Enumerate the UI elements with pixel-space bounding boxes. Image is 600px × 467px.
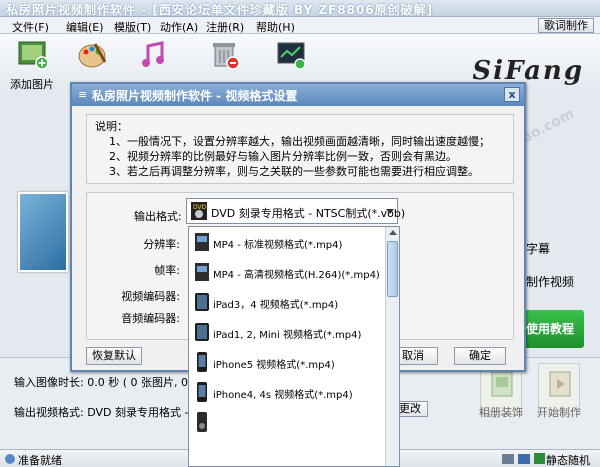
- format-option-ipad34[interactable]: iPad3，4 视频格式(*.mp4): [189, 287, 385, 317]
- format-dropdown-list: MP4 - 标准视频格式(*.mp4) MP4 - 高清视频格式(H.264)(…: [188, 226, 400, 467]
- framerate-label: 帧率:: [154, 264, 180, 277]
- music-tool-button[interactable]: [126, 40, 182, 88]
- duration-text: 输入图像时长: 0.0 秒 ( 0 张图片, 0 个视: [14, 376, 214, 389]
- album-icon: [491, 371, 513, 397]
- format-option-label: MP4 - 高清视频格式(H.264)(*.mp4): [213, 270, 380, 281]
- photo-thumbnail: [18, 192, 68, 272]
- format-label: 输出格式:: [134, 210, 182, 223]
- format-option-label: MP4 - 标准视频格式(*.mp4): [213, 240, 343, 251]
- start-make-label: 开始制作: [537, 406, 581, 419]
- app-titlebar: 私房照片视频制作软件 - [西安论坛单文件珍藏版 BY ZF8806原创破解]: [0, 0, 600, 17]
- scroll-up-icon[interactable]: [389, 230, 397, 235]
- note-line: 1、一般情况下，设置分辨率越大，输出视频画面越清晰，同时输出速度越慢；: [109, 135, 490, 148]
- svg-text:DVD: DVD: [193, 204, 207, 211]
- app-title: 私房照片视频制作软件 - [西安论坛单文件珍藏版 BY ZF8806原创破解]: [6, 3, 434, 17]
- menu-template[interactable]: 模版(T): [114, 19, 151, 35]
- format-option-ipod[interactable]: [189, 407, 385, 437]
- music-icon: [142, 41, 164, 67]
- format-option-mp4-hd[interactable]: MP4 - 高清视频格式(H.264)(*.mp4): [189, 257, 385, 287]
- start-make-button[interactable]: 开始制作: [537, 363, 581, 419]
- reset-default-button[interactable]: 恢复默认: [86, 347, 142, 365]
- preview-panel: [0, 92, 70, 357]
- menu-file[interactable]: 文件(F): [12, 19, 49, 35]
- add-image-button[interactable]: 添加图片: [4, 40, 60, 91]
- iphone-icon: [197, 352, 207, 372]
- menu-bar: 文件(F) 编辑(E) 模版(T) 动作(A) 注册(R) 帮助(H) 歌词制作: [0, 17, 600, 34]
- film-strip-icon: [518, 454, 530, 464]
- mp4-icon: [195, 233, 209, 251]
- palette-icon: [78, 43, 107, 68]
- format-option-mp4[interactable]: MP4 - 标准视频格式(*.mp4): [189, 227, 385, 257]
- iphone-icon: [197, 382, 207, 402]
- selected-format-text: DVD 刻录专用格式 - NTSC制式(*.vob): [211, 207, 406, 220]
- audio-encoder-label: 音频编码器:: [121, 312, 180, 325]
- notes-box: 说明： 1、一般情况下，设置分辨率越大，输出视频画面越清晰，同时输出速度越慢； …: [86, 114, 514, 184]
- notes-heading: 说明：: [95, 120, 128, 133]
- add-image-label: 添加图片: [10, 78, 54, 91]
- resolution-label: 分辨率:: [143, 238, 180, 251]
- ipad-icon: [195, 293, 209, 311]
- scroll-thumb[interactable]: [387, 241, 398, 297]
- ipad-icon: [195, 323, 209, 341]
- close-icon[interactable]: x: [504, 87, 520, 102]
- menu-register[interactable]: 注册(R): [206, 19, 244, 35]
- menu-help[interactable]: 帮助(H): [256, 19, 295, 35]
- monitor-icon: [277, 42, 306, 70]
- tutorial-button[interactable]: 使用教程: [516, 310, 584, 348]
- ipod-icon: [197, 412, 207, 432]
- dropdown-scrollbar[interactable]: [385, 227, 399, 466]
- film-icon: [549, 371, 571, 397]
- format-option-label: iPhone5 视频格式(*.mp4): [213, 360, 335, 371]
- trash-icon: [213, 43, 240, 70]
- edit-tool-button[interactable]: [64, 40, 120, 88]
- format-option-iphone5[interactable]: iPhone5 视频格式(*.mp4): [189, 347, 385, 377]
- menu-icon[interactable]: ≡: [78, 88, 87, 101]
- format-option-iphone4[interactable]: iPhone4, 4s 视频格式(*.mp4): [189, 377, 385, 407]
- add-image-icon: [18, 41, 49, 70]
- delete-tool-button[interactable]: [196, 40, 252, 88]
- format-option-ipad12[interactable]: iPad1, 2, Mini 视频格式(*.mp4): [189, 317, 385, 347]
- dialog-titlebar: ≡ 私房照片视频制作软件 - 视频格式设置 x: [72, 84, 524, 106]
- album-decor-label: 相册装饰: [479, 406, 523, 419]
- format-option-label: iPad1, 2, Mini 视频格式(*.mp4): [213, 330, 362, 341]
- video-encoder-label: 视频编码器:: [121, 290, 180, 303]
- settings-tool-button[interactable]: [262, 40, 318, 88]
- menu-edit[interactable]: 编辑(E): [66, 19, 104, 35]
- chevron-down-icon[interactable]: [386, 209, 394, 214]
- lyrics-button[interactable]: 歌词制作: [538, 18, 594, 33]
- output-format-select[interactable]: DVD DVD 刻录专用格式 - NTSC制式(*.vob): [186, 198, 405, 224]
- menu-action[interactable]: 动作(A): [160, 19, 198, 35]
- note-line: 3、若之后再调整分辨率，则与之关联的一些参数可能也需要进行相应调整。: [109, 165, 479, 178]
- ok-button[interactable]: 确定: [454, 347, 506, 365]
- dialog-title: 私房照片视频制作软件 - 视频格式设置: [92, 89, 298, 103]
- random-icon: [534, 453, 545, 464]
- dvd-icon: DVD: [191, 202, 207, 220]
- note-line: 2、视频分辨率的比例最好与输入图片分辨率比例一致，否则会有黑边。: [109, 150, 457, 163]
- mp4-hd-icon: [195, 263, 209, 281]
- format-option-label: iPad3，4 视频格式(*.mp4): [213, 300, 339, 311]
- transition-mode-text: 静态随机: [546, 454, 590, 467]
- grid-icon: [502, 454, 514, 464]
- status-icon: [5, 454, 15, 464]
- format-option-label: iPhone4, 4s 视频格式(*.mp4): [213, 390, 353, 401]
- status-text: 准备就绪: [18, 454, 62, 467]
